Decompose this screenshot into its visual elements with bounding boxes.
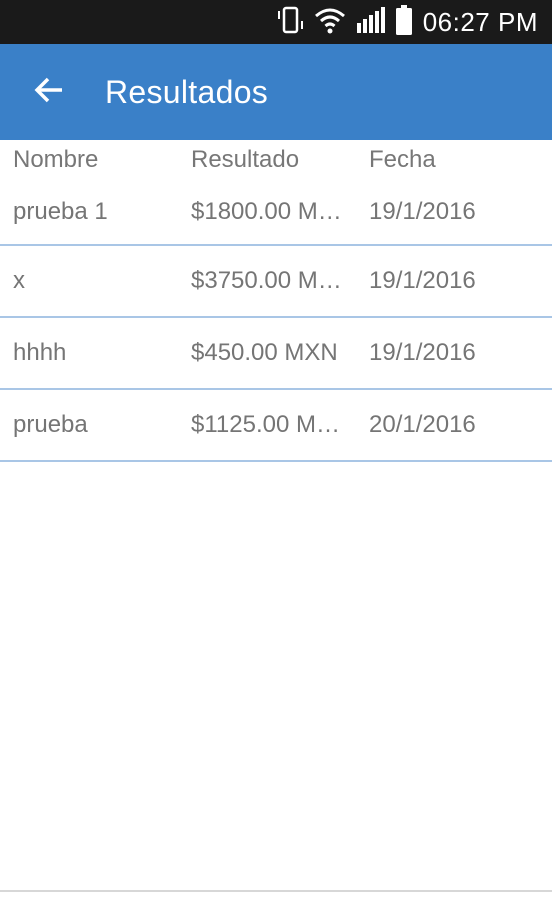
table-header: Nombre Resultado Fecha xyxy=(0,140,552,180)
row-result: $1125.00 MXN xyxy=(191,411,350,438)
row-name: x xyxy=(13,267,25,294)
status-icons xyxy=(275,4,413,41)
table-row[interactable]: prueba 1 $1800.00 MXN 19/1/2016 xyxy=(0,180,552,246)
row-name: prueba 1 xyxy=(13,198,108,225)
row-date: 20/1/2016 xyxy=(369,411,476,438)
arrow-left-icon xyxy=(33,74,65,111)
phone-vibrate-icon xyxy=(275,5,305,40)
row-result: $1800.00 MXN xyxy=(191,198,352,225)
app-bar: Resultados xyxy=(0,44,552,140)
table-row[interactable]: x $3750.00 MXN 19/1/2016 xyxy=(0,246,552,318)
status-bar: 06:27 PM xyxy=(0,0,552,44)
row-result: $450.00 MXN xyxy=(191,339,338,366)
table-row[interactable]: hhhh $450.00 MXN 19/1/2016 xyxy=(0,318,552,390)
header-date: Fecha xyxy=(369,146,436,173)
back-button[interactable] xyxy=(17,60,81,124)
row-name: prueba xyxy=(13,411,88,438)
bottom-divider xyxy=(0,890,552,892)
row-date: 19/1/2016 xyxy=(369,267,476,294)
row-result: $3750.00 MXN xyxy=(191,267,352,294)
results-table: Nombre Resultado Fecha prueba 1 $1800.00… xyxy=(0,140,552,462)
wifi-icon xyxy=(313,5,347,40)
status-time: 06:27 PM xyxy=(422,6,538,37)
battery-icon xyxy=(395,4,413,41)
signal-icon xyxy=(355,5,387,40)
page-title: Resultados xyxy=(105,73,269,110)
row-date: 19/1/2016 xyxy=(369,339,476,366)
row-date: 19/1/2016 xyxy=(369,198,476,225)
header-result: Resultado xyxy=(191,146,300,173)
header-name: Nombre xyxy=(13,146,99,173)
row-name: hhhh xyxy=(13,339,67,366)
table-row[interactable]: prueba $1125.00 MXN 20/1/2016 xyxy=(0,390,552,462)
